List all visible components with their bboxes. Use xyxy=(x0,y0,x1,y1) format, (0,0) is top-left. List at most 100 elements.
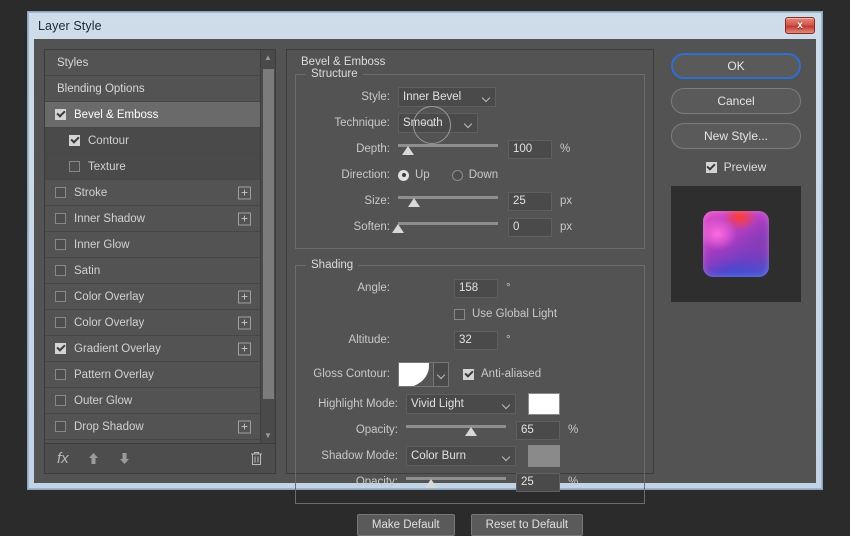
styles-list-item-label: Pattern Overlay xyxy=(74,368,154,381)
size-input[interactable] xyxy=(508,191,552,211)
preview-checkbox[interactable]: Preview xyxy=(705,160,766,174)
style-enable-checkbox[interactable] xyxy=(55,343,66,354)
highlight-opacity-knob[interactable] xyxy=(465,426,477,436)
depth-input[interactable] xyxy=(508,139,552,159)
styles-list-item[interactable]: Gradient Overlay + xyxy=(45,336,260,362)
structure-legend: Structure xyxy=(311,68,358,80)
style-enable-checkbox[interactable] xyxy=(55,109,66,120)
angle-dial[interactable] xyxy=(413,106,451,144)
styles-list-item[interactable]: Blending Options xyxy=(45,76,260,102)
style-enable-checkbox[interactable] xyxy=(55,239,66,250)
structure-group: Structure Style: Inner Bevel Technique: xyxy=(295,68,645,249)
ok-button[interactable]: OK xyxy=(671,53,801,79)
shadow-mode-select-wrap[interactable]: Color Burn xyxy=(406,446,516,466)
scrollbar-thumb[interactable] xyxy=(262,69,274,399)
style-enable-checkbox[interactable] xyxy=(55,421,66,432)
style-enable-checkbox[interactable] xyxy=(55,291,66,302)
preview-box xyxy=(705,161,717,173)
styles-list-item[interactable]: Inner Shadow + xyxy=(45,206,260,232)
styles-list-item[interactable]: Color Overlay + xyxy=(45,284,260,310)
shadow-opacity-track xyxy=(406,476,506,480)
direction-down-radio[interactable]: Down xyxy=(451,169,498,181)
global-light-box xyxy=(454,308,465,320)
soften-slider-knob[interactable] xyxy=(392,223,404,233)
styles-list-item[interactable]: Contour xyxy=(45,128,260,154)
angle-input[interactable] xyxy=(454,278,498,298)
highlight-mode-select[interactable]: Vivid Light xyxy=(406,394,516,414)
use-global-light-checkbox[interactable]: Use Global Light xyxy=(454,308,557,320)
add-effect-icon[interactable]: + xyxy=(238,212,251,225)
direction-up-radio[interactable]: Up xyxy=(398,169,430,181)
style-enable-checkbox[interactable] xyxy=(55,369,66,380)
styles-list-item[interactable]: Drop Shadow + xyxy=(45,414,260,440)
cancel-button[interactable]: Cancel xyxy=(671,88,801,114)
radio-dot-down xyxy=(451,169,463,181)
style-enable-checkbox[interactable] xyxy=(69,161,80,172)
shadow-opacity-knob[interactable] xyxy=(425,478,437,488)
style-enable-checkbox[interactable] xyxy=(55,213,66,224)
delete-icon[interactable] xyxy=(250,451,263,466)
styles-list-item-label: Contour xyxy=(88,134,129,147)
depth-slider[interactable] xyxy=(398,140,498,159)
anti-aliased-checkbox[interactable]: Anti-aliased xyxy=(463,368,541,380)
scroll-up-icon[interactable]: ▲ xyxy=(261,50,276,65)
add-effect-icon[interactable]: + xyxy=(238,316,251,329)
styles-list-item[interactable]: Stroke + xyxy=(45,180,260,206)
new-style-button[interactable]: New Style... xyxy=(671,123,801,149)
make-default-button[interactable]: Make Default xyxy=(356,514,455,536)
styles-list-item[interactable]: Satin xyxy=(45,258,260,284)
preview-gradient-art xyxy=(703,211,769,277)
move-down-icon[interactable] xyxy=(118,452,131,465)
style-enable-checkbox[interactable] xyxy=(55,265,66,276)
anti-aliased-label: Anti-aliased xyxy=(481,368,542,380)
scroll-down-icon[interactable]: ▼ xyxy=(261,428,276,443)
shadow-opacity-slider[interactable] xyxy=(406,473,506,492)
use-global-light-label: Use Global Light xyxy=(472,308,558,320)
highlight-opacity-slider[interactable] xyxy=(406,421,506,440)
highlight-opacity-input[interactable] xyxy=(516,420,560,440)
add-effect-icon[interactable]: + xyxy=(238,420,251,433)
gloss-contour-dropdown-icon[interactable] xyxy=(434,361,449,387)
size-slider[interactable] xyxy=(398,192,498,211)
size-slider-knob[interactable] xyxy=(408,197,420,207)
styles-list-item[interactable]: Pattern Overlay xyxy=(45,362,260,388)
highlight-color-swatch[interactable] xyxy=(528,393,560,415)
fx-icon[interactable]: fx xyxy=(57,450,69,467)
reset-to-default-button[interactable]: Reset to Default xyxy=(470,514,584,536)
styles-list-item[interactable]: Bevel & Emboss xyxy=(45,102,260,128)
style-field: Style: Inner Bevel xyxy=(306,86,634,108)
shadow-mode-select[interactable]: Color Burn xyxy=(406,446,516,466)
styles-list-item[interactable]: Color Overlay + xyxy=(45,310,260,336)
close-icon[interactable]: x xyxy=(785,17,815,34)
style-enable-checkbox[interactable] xyxy=(55,317,66,328)
style-enable-checkbox[interactable] xyxy=(69,135,80,146)
gloss-contour-label: Gloss Contour: xyxy=(313,368,390,380)
styles-list[interactable]: Styles Blending Options Bevel & Emboss Con… xyxy=(45,50,260,443)
shadow-color-swatch[interactable] xyxy=(528,445,560,467)
altitude-input[interactable] xyxy=(454,330,498,350)
highlight-mode-select-wrap[interactable]: Vivid Light xyxy=(406,394,516,414)
style-enable-checkbox[interactable] xyxy=(55,395,66,406)
move-up-icon[interactable] xyxy=(87,452,100,465)
soften-input[interactable] xyxy=(508,217,552,237)
styles-list-item[interactable]: Texture xyxy=(45,154,260,180)
title-bar[interactable]: Layer Style x xyxy=(29,13,821,39)
scrollbar-track[interactable] xyxy=(261,65,276,428)
size-unit: px xyxy=(560,195,573,207)
add-effect-icon[interactable]: + xyxy=(238,342,251,355)
style-select[interactable]: Inner Bevel xyxy=(398,87,496,107)
styles-scrollbar[interactable]: ▲ ▼ xyxy=(260,50,275,443)
highlight-opacity-field: Opacity: % xyxy=(306,419,634,441)
gloss-contour-thumbnail[interactable] xyxy=(398,361,434,387)
styles-toolbar: fx xyxy=(45,443,275,473)
angle-dial-marker xyxy=(421,119,426,124)
add-effect-icon[interactable]: + xyxy=(238,290,251,303)
soften-slider[interactable] xyxy=(392,218,498,237)
style-select-wrap[interactable]: Inner Bevel xyxy=(398,87,496,107)
styles-list-item[interactable]: Outer Glow xyxy=(45,388,260,414)
styles-list-item[interactable]: Inner Glow xyxy=(45,232,260,258)
add-effect-icon[interactable]: + xyxy=(238,186,251,199)
shadow-opacity-input[interactable] xyxy=(516,472,560,492)
style-enable-checkbox[interactable] xyxy=(55,187,66,198)
depth-slider-knob[interactable] xyxy=(402,145,414,155)
